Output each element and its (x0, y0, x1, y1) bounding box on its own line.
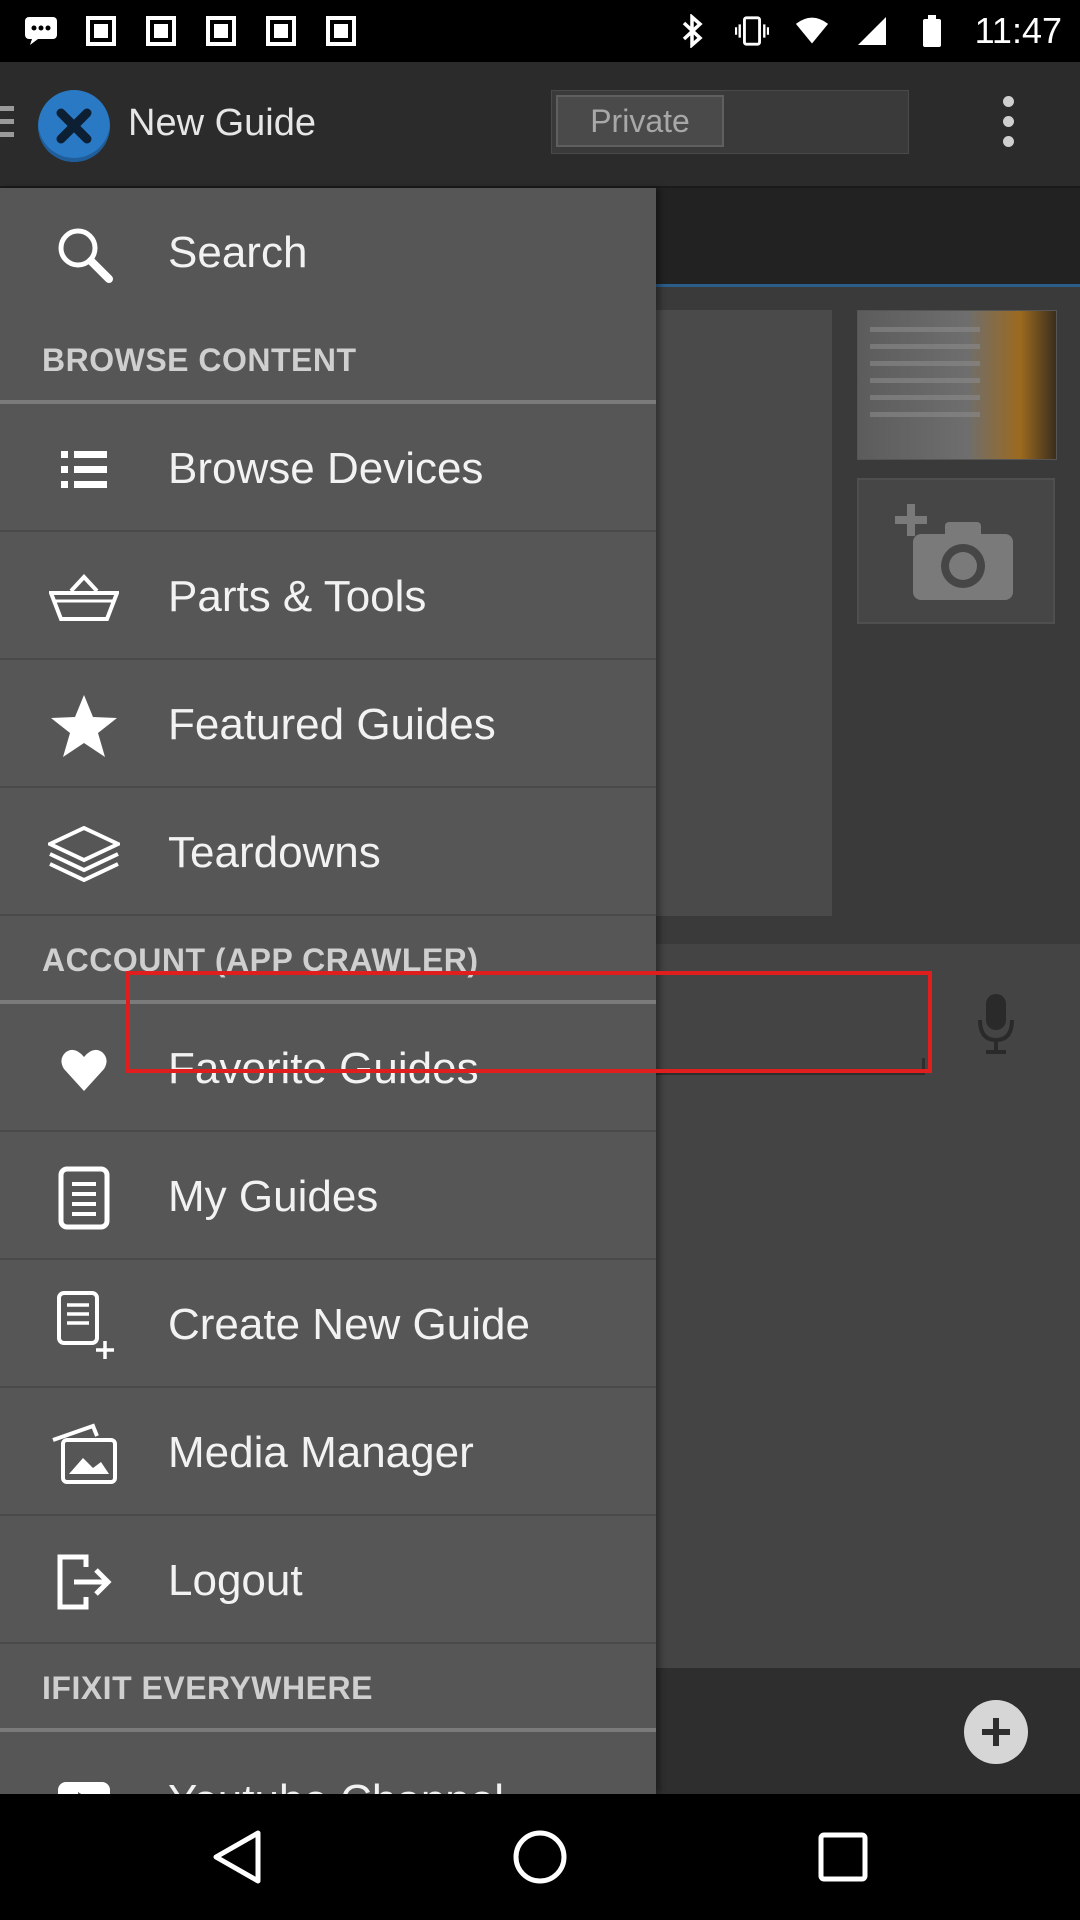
basket-icon (44, 568, 124, 628)
drawer-item-label: Youtube Channel (168, 1776, 504, 1794)
ifixit-logo-icon[interactable] (38, 90, 110, 162)
drawer-item-logout[interactable]: Logout (0, 1516, 656, 1644)
star-icon (44, 695, 124, 757)
clock: 11:47 (974, 10, 1062, 51)
document-add-icon (44, 1291, 124, 1359)
private-button[interactable]: Private (556, 95, 724, 147)
drawer-item-parts-tools[interactable]: Parts & Tools (0, 532, 656, 660)
search-icon (44, 224, 124, 284)
highlight-box (126, 971, 932, 1073)
guide-image-thumbnail[interactable] (857, 310, 1057, 460)
drawer-item-label: My Guides (168, 1172, 379, 1221)
layers-icon (44, 824, 124, 884)
add-camera-icon (895, 504, 1013, 600)
plus-icon (982, 1718, 1010, 1746)
microphone-icon[interactable] (976, 992, 1016, 1054)
drawer-item-label: Featured Guides (168, 700, 496, 749)
image-icon (84, 14, 118, 48)
drawer-item-browse-devices[interactable]: Browse Devices (0, 404, 656, 532)
section-header-text: IFIXIT EVERYWHERE (42, 1670, 373, 1706)
logout-icon (44, 1552, 124, 1612)
drawer-item-label: Create New Guide (168, 1300, 530, 1349)
image-icon (264, 14, 298, 48)
drawer-item-my-guides[interactable]: My Guides (0, 1132, 656, 1260)
hamburger-icon[interactable] (0, 106, 14, 142)
back-icon (213, 1830, 261, 1884)
drawer-item-featured-guides[interactable]: Featured Guides (0, 660, 656, 788)
page-title: New Guide (128, 102, 316, 144)
drawer-item-teardowns[interactable]: Teardowns (0, 788, 656, 916)
recents-icon (818, 1832, 868, 1882)
navigation-bar (0, 1794, 1080, 1920)
drawer-search-item[interactable]: Search (0, 188, 656, 316)
wifi-icon (795, 14, 829, 48)
drawer-item-youtube-channel[interactable]: Youtube Channel (0, 1732, 656, 1794)
drawer-item-label: Parts & Tools (168, 572, 427, 621)
bluetooth-icon (675, 14, 709, 48)
search-label: Search (168, 228, 308, 277)
document-icon (44, 1166, 124, 1230)
section-header-browse-content: BROWSE CONTENT (0, 316, 656, 404)
add-button[interactable] (964, 1700, 1028, 1764)
message-icon (24, 14, 58, 48)
home-icon (513, 1830, 567, 1884)
add-photo-button[interactable] (857, 478, 1055, 624)
image-icon (144, 14, 178, 48)
image-icon (204, 14, 238, 48)
drawer-item-create-new-guide[interactable]: Create New Guide (0, 1260, 656, 1388)
privacy-toggle[interactable]: Private (551, 90, 909, 154)
section-header-ifixit-everywhere: IFIXIT EVERYWHERE (0, 1644, 656, 1732)
image-icon (324, 14, 358, 48)
section-header-text: BROWSE CONTENT (42, 342, 357, 378)
vibrate-icon (734, 14, 769, 48)
recents-button[interactable] (808, 1822, 878, 1892)
youtube-icon (44, 1772, 124, 1794)
home-button[interactable] (505, 1822, 575, 1892)
heart-icon (44, 1040, 124, 1100)
list-icon (44, 440, 124, 500)
back-button[interactable] (202, 1822, 272, 1892)
signal-icon (855, 14, 889, 48)
drawer-item-label: Teardowns (168, 828, 381, 877)
media-icon (44, 1423, 124, 1484)
status-bar: 11:47 (0, 0, 1080, 62)
action-bar: New Guide Private (0, 62, 1080, 188)
battery-icon (915, 14, 949, 48)
drawer-item-label: Media Manager (168, 1428, 474, 1477)
overflow-menu-icon[interactable] (988, 96, 1028, 156)
drawer-item-label: Logout (168, 1556, 303, 1605)
drawer-item-label: Browse Devices (168, 444, 484, 493)
drawer-item-media-manager[interactable]: Media Manager (0, 1388, 656, 1516)
